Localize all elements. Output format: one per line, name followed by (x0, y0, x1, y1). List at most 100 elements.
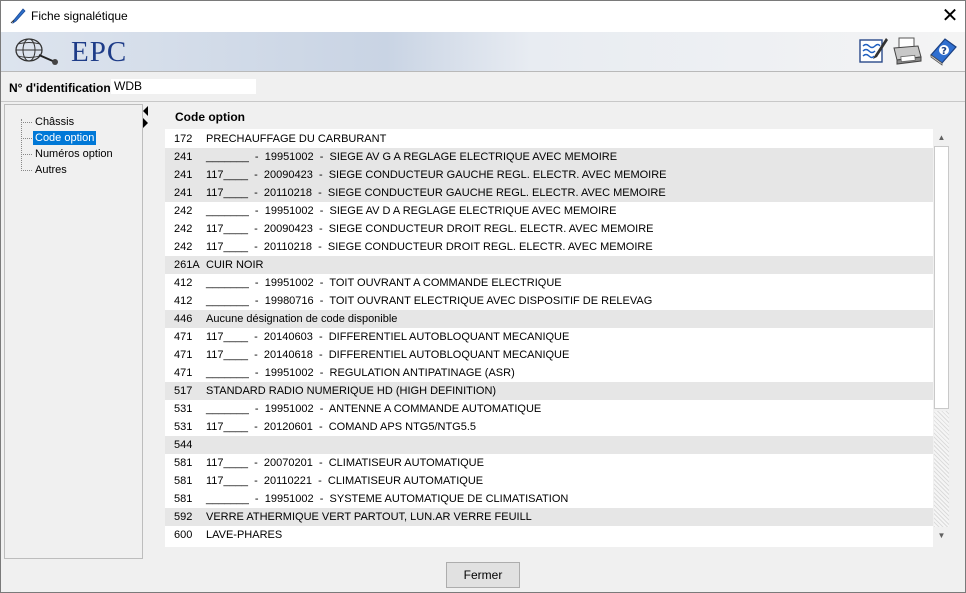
title-bar: Fiche signalétique ✕ (1, 1, 965, 32)
option-row[interactable]: 517 STANDARD RADIO NUMERIQUE HD (HIGH DEF… (165, 382, 933, 400)
printer-icon[interactable] (891, 35, 923, 67)
edit-notes-icon[interactable] (857, 35, 889, 67)
option-description: _______ - 19951002 - SIEGE AV D A REGLAG… (206, 205, 617, 217)
option-row[interactable]: 241 _______ - 19951002 - SIEGE AV G A REG… (165, 148, 933, 166)
expand-right-icon[interactable] (143, 118, 148, 128)
tree-item-autres[interactable]: Autres (33, 163, 69, 177)
option-code: 544 (174, 439, 193, 451)
option-row[interactable]: 241 117____ - 20110218 - SIEGE CONDUCTEUR… (165, 184, 933, 202)
option-description: VERRE ATHERMIQUE VERT PARTOUT, LUN.AR VE… (206, 511, 532, 523)
tree-connector (21, 170, 32, 171)
svg-text:?: ? (941, 46, 947, 57)
epc-banner: EPC ? (1, 32, 965, 72)
option-code: 517 (174, 385, 193, 397)
option-row[interactable]: 581 117____ - 20070201 - CLIMATISEUR AUTO… (165, 454, 933, 472)
option-description: _______ - 19951002 - SIEGE AV G A REGLAG… (206, 151, 618, 163)
option-description: 117____ - 20090423 - SIEGE CONDUCTEUR DR… (206, 223, 654, 235)
option-code: 531 (174, 403, 193, 415)
option-row[interactable]: 581 117____ - 20110221 - CLIMATISEUR AUTO… (165, 472, 933, 490)
option-row[interactable]: 544 (165, 436, 933, 454)
option-code: 241 (174, 151, 193, 163)
option-description: 117____ - 20110221 - CLIMATISEUR AUTOMAT… (206, 475, 484, 487)
option-row[interactable]: 242 _______ - 19951002 - SIEGE AV D A REG… (165, 202, 933, 220)
tree-item-numeros-option[interactable]: Numéros option (33, 147, 115, 161)
option-row[interactable]: 581 _______ - 19951002 - SYSTEME AUTOMATI… (165, 490, 933, 508)
option-row[interactable]: 412 _______ - 19980716 - TOIT OUVRANT ELE… (165, 292, 933, 310)
option-code: 412 (174, 277, 193, 289)
option-description: 117____ - 20110218 - SIEGE CONDUCTEUR DR… (206, 241, 653, 253)
option-description: LAVE-PHARES (206, 529, 283, 541)
identification-label: N° d'identification (9, 81, 111, 95)
option-code: 581 (174, 493, 193, 505)
brand-logo-text: EPC (71, 36, 128, 68)
scroll-thumb[interactable] (934, 146, 949, 409)
option-row[interactable]: 172 PRECHAUFFAGE DU CARBURANT (165, 130, 933, 148)
option-code: 471 (174, 349, 193, 361)
option-code: 592 (174, 511, 193, 523)
option-code: 241 (174, 169, 193, 181)
window-title: Fiche signalétique (31, 9, 128, 23)
collapse-left-icon[interactable] (143, 106, 148, 116)
option-row[interactable]: 412 _______ - 19951002 - TOIT OUVRANT A C… (165, 274, 933, 292)
feather-pen-icon (10, 8, 26, 24)
option-description: CUIR NOIR (206, 259, 264, 271)
option-row[interactable]: 471 117____ - 20140618 - DIFFERENTIEL AUT… (165, 346, 933, 364)
option-description: _______ - 19951002 - TOIT OUVRANT A COMM… (206, 277, 562, 289)
tree-item-code-option[interactable]: Code option (33, 131, 97, 145)
option-description: _______ - 19951002 - REGULATION ANTIPATI… (206, 367, 515, 379)
option-description: 117____ - 20110218 - SIEGE CONDUCTEUR GA… (206, 187, 666, 199)
option-description: 117____ - 20070201 - CLIMATISEUR AUTOMAT… (206, 457, 484, 469)
option-description: Aucune désignation de code disponible (206, 313, 398, 325)
code-option-list[interactable]: 172 PRECHAUFFAGE DU CARBURANT 241 _______ -… (165, 129, 933, 547)
option-row[interactable]: 446 Aucune désignation de code disponible (165, 310, 933, 328)
tree-item-chassis[interactable]: Châssis (33, 115, 76, 129)
option-row[interactable]: 600 LAVE-PHARES (165, 526, 933, 544)
option-description: STANDARD RADIO NUMERIQUE HD (HIGH DEFINI… (206, 385, 497, 397)
option-code: 471 (174, 331, 193, 343)
option-row[interactable]: 242 117____ - 20090423 - SIEGE CONDUCTEUR… (165, 220, 933, 238)
option-code: 581 (174, 475, 193, 487)
option-description: 117____ - 20140603 - DIFFERENTIEL AUTOBL… (206, 331, 570, 343)
scroll-up-icon[interactable]: ▲ (933, 129, 950, 146)
panel-header: Code option (175, 110, 245, 124)
option-description: 117____ - 20120601 - COMAND APS NTG5/NTG… (206, 421, 477, 433)
dialog-window: Fiche signalétique ✕ EPC ? N° d'identifi… (0, 0, 966, 593)
tree-connector (21, 154, 32, 155)
option-code: 241 (174, 187, 193, 199)
option-row[interactable]: 261A CUIR NOIR (165, 256, 933, 274)
option-row[interactable]: 531 117____ - 20120601 - COMAND APS NTG5/… (165, 418, 933, 436)
option-row[interactable]: 242 117____ - 20110218 - SIEGE CONDUCTEUR… (165, 238, 933, 256)
vertical-scrollbar[interactable]: ▲ ▼ (933, 129, 950, 544)
option-description: 117____ - 20140618 - DIFFERENTIEL AUTOBL… (206, 349, 570, 361)
option-row[interactable]: 592 VERRE ATHERMIQUE VERT PARTOUT, LUN.AR… (165, 508, 933, 526)
option-code: 581 (174, 457, 193, 469)
tree-connector (21, 122, 32, 123)
help-book-icon[interactable]: ? (927, 35, 959, 67)
option-description: 117____ - 20090423 - SIEGE CONDUCTEUR GA… (206, 169, 667, 181)
tree-connector (21, 119, 22, 171)
globe-logo-icon (15, 38, 58, 65)
option-description: _______ - 19951002 - SYSTEME AUTOMATIQUE… (206, 493, 569, 505)
option-description: PRECHAUFFAGE DU CARBURANT (206, 133, 387, 145)
option-code: 172 (174, 133, 193, 145)
option-code: 531 (174, 421, 193, 433)
option-code: 242 (174, 241, 193, 253)
option-row[interactable]: 471 117____ - 20140603 - DIFFERENTIEL AUT… (165, 328, 933, 346)
close-icon[interactable]: ✕ (935, 1, 965, 32)
option-row[interactable]: 531 _______ - 19951002 - ANTENNE A COMMAN… (165, 400, 933, 418)
option-description: _______ - 19951002 - ANTENNE A COMMANDE … (206, 403, 542, 415)
option-code: 242 (174, 223, 193, 235)
scroll-track[interactable] (934, 411, 949, 527)
scroll-down-icon[interactable]: ▼ (933, 527, 950, 544)
option-code: 412 (174, 295, 193, 307)
option-code: 471 (174, 367, 193, 379)
option-code: 242 (174, 205, 193, 217)
code-option-panel: Code option 172 PRECHAUFFAGE DU CARBURANT… (149, 104, 965, 557)
tree-connector (21, 138, 32, 139)
identification-field[interactable]: WDB (111, 79, 256, 94)
navigation-tree: Châssis Code option Numéros option Autre… (4, 104, 143, 559)
option-row[interactable]: 471 _______ - 19951002 - REGULATION ANTIP… (165, 364, 933, 382)
option-row[interactable]: 241 117____ - 20090423 - SIEGE CONDUCTEUR… (165, 166, 933, 184)
fermer-button[interactable]: Fermer (446, 562, 520, 588)
option-code: 600 (174, 529, 193, 541)
